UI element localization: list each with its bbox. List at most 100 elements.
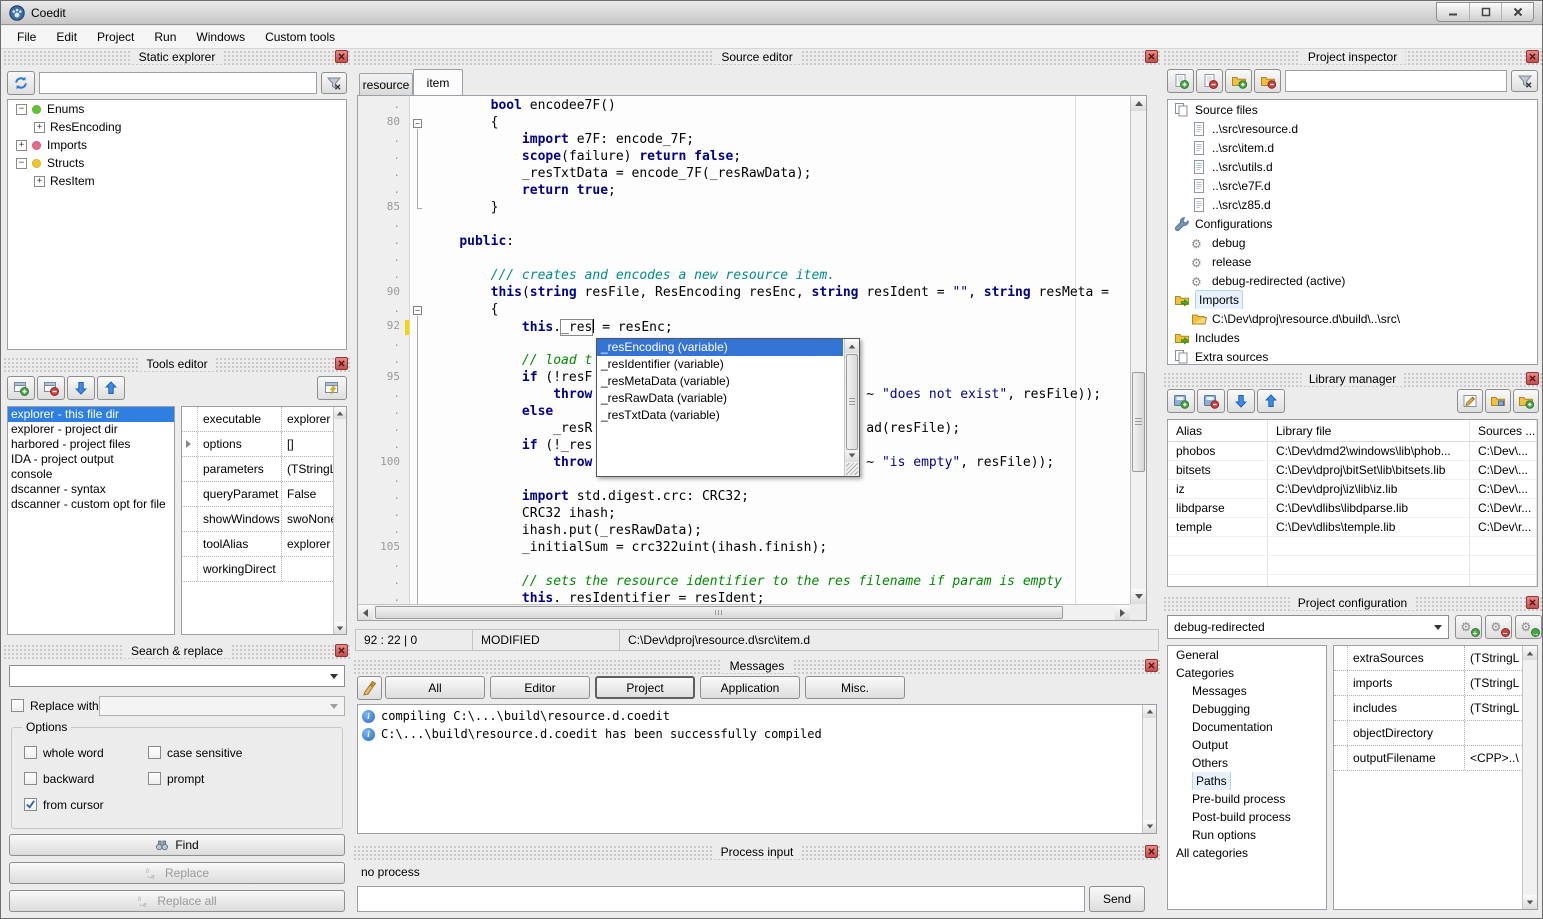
- code-line[interactable]: /// creates and encodes a new resource i…: [428, 268, 1130, 285]
- move-library-up-button[interactable]: [1257, 389, 1285, 413]
- column-header-alias[interactable]: Alias: [1168, 420, 1268, 441]
- category-tree-node[interactable]: Others: [1168, 754, 1326, 772]
- code-line[interactable]: CRC32 ihash;: [428, 506, 1130, 523]
- code-line[interactable]: import e7F: encode_7F;: [428, 132, 1130, 149]
- grid-scrollbar[interactable]: [1522, 646, 1537, 909]
- scroll-down-icon[interactable]: [1131, 589, 1146, 604]
- tab-item[interactable]: item: [413, 69, 463, 95]
- filter-misc[interactable]: Misc.: [805, 676, 905, 699]
- clone-configuration-button[interactable]: ⚙→: [1515, 615, 1542, 639]
- close-icon[interactable]: [1145, 845, 1158, 858]
- tool-list-item[interactable]: dscanner - custom opt for file: [8, 497, 174, 512]
- category-tree-node[interactable]: Messages: [1168, 682, 1326, 700]
- library-from-project-button[interactable]: [1485, 389, 1511, 413]
- menu-item-windows[interactable]: Windows: [186, 27, 255, 47]
- symbol-tree-node[interactable]: +ResEncoding: [8, 118, 346, 136]
- move-tool-up-button[interactable]: [97, 376, 125, 400]
- completion-item[interactable]: _resMetaData (variable): [597, 373, 843, 390]
- scroll-left-icon[interactable]: [358, 605, 373, 620]
- property-row[interactable]: queryParametFalse: [182, 482, 333, 507]
- code-line[interactable]: bool encodee7F(): [428, 98, 1130, 115]
- scroll-right-icon[interactable]: [1115, 605, 1130, 620]
- property-value[interactable]: swoNone: [282, 512, 333, 526]
- filter-editor[interactable]: Editor: [490, 676, 590, 699]
- plus-expander-icon[interactable]: +: [34, 122, 45, 133]
- property-row[interactable]: toolAliasexplorer: [182, 532, 333, 557]
- project-tree-node[interactable]: ..\src\item.d: [1168, 138, 1537, 157]
- column-header-sources-[interactable]: Sources ...: [1470, 420, 1537, 441]
- filter-clear-button[interactable]: [1511, 70, 1538, 92]
- category-tree-node[interactable]: Categories: [1168, 664, 1326, 682]
- minimize-button[interactable]: [1437, 3, 1469, 21]
- find-button[interactable]: Find: [9, 834, 345, 856]
- project-tree-node[interactable]: Configurations: [1168, 214, 1537, 233]
- property-row[interactable]: imports(TStringL: [1334, 671, 1522, 696]
- code-line[interactable]: _resTxtData = encode_7F(_resRawData);: [428, 166, 1130, 183]
- add-configuration-button[interactable]: ⚙+: [1455, 615, 1482, 639]
- category-tree-node[interactable]: All categories: [1168, 844, 1326, 862]
- project-tree-node[interactable]: ..\src\utils.d: [1168, 157, 1537, 176]
- prompt-checkbox[interactable]: [148, 772, 161, 785]
- category-tree-node[interactable]: General: [1168, 646, 1326, 664]
- project-tree-node[interactable]: ⚙release: [1168, 252, 1537, 271]
- hscroll-thumb[interactable]: [375, 606, 1063, 619]
- fold-collapse-icon[interactable]: −: [413, 119, 422, 128]
- clear-messages-button[interactable]: [357, 676, 382, 700]
- fold-collapse-icon[interactable]: −: [413, 306, 422, 315]
- code-line[interactable]: }: [428, 200, 1130, 217]
- code-line[interactable]: {: [428, 115, 1130, 132]
- remove-tool-button[interactable]: [37, 376, 65, 400]
- scroll-up-icon[interactable]: [1523, 646, 1537, 660]
- property-value[interactable]: explorer: [282, 412, 333, 426]
- filter-clear-button[interactable]: [321, 72, 347, 94]
- project-tree-node[interactable]: ..\src\resource.d: [1168, 119, 1537, 138]
- close-icon[interactable]: [335, 50, 348, 63]
- tool-list-item[interactable]: dscanner - syntax: [8, 482, 174, 497]
- symbol-search-input[interactable]: [39, 72, 317, 94]
- filter-project[interactable]: Project: [595, 676, 695, 699]
- refresh-button[interactable]: [7, 71, 35, 95]
- property-row[interactable]: parameters(TStringL: [182, 457, 333, 482]
- category-tree-node[interactable]: Pre-build process: [1168, 790, 1326, 808]
- replace-with-checkbox[interactable]: [11, 699, 24, 712]
- expand-arrow-icon[interactable]: [186, 440, 191, 448]
- code-line[interactable]: {: [428, 302, 1130, 319]
- code-line[interactable]: [428, 251, 1130, 268]
- close-window-button[interactable]: [1501, 3, 1533, 21]
- code-line[interactable]: scope(failure) return false;: [428, 149, 1130, 166]
- project-tree-node[interactable]: Includes: [1168, 328, 1537, 347]
- library-row[interactable]: bitsetsC:\Dev\dproj\bitSet\lib\bitsets.l…: [1168, 461, 1537, 480]
- remove-file-button[interactable]: [1196, 69, 1223, 93]
- menu-item-edit[interactable]: Edit: [46, 27, 87, 47]
- case-sensitive-checkbox[interactable]: [148, 746, 161, 759]
- edit-library-button[interactable]: [1457, 389, 1483, 413]
- scroll-up-icon[interactable]: [1143, 705, 1156, 718]
- close-icon[interactable]: [1145, 50, 1158, 63]
- message-row[interactable]: icompiling C:\...\build\resource.d.coedi…: [358, 707, 1141, 725]
- scroll-up-icon[interactable]: [845, 339, 859, 353]
- category-tree-node[interactable]: Paths: [1168, 772, 1326, 790]
- backward-checkbox[interactable]: [24, 772, 37, 785]
- project-tree-node[interactable]: Extra sources: [1168, 347, 1537, 365]
- process-input-field[interactable]: [357, 886, 1085, 912]
- minus-expander-icon[interactable]: −: [16, 158, 27, 169]
- project-tree-node[interactable]: ⚙debug-redirected (active): [1168, 271, 1537, 290]
- property-row[interactable]: outputFilename<CPP>..\: [1334, 746, 1522, 771]
- completion-item[interactable]: _resTxtData (variable): [597, 407, 843, 424]
- add-library-button[interactable]: [1167, 389, 1195, 413]
- execute-tool-button[interactable]: [317, 376, 347, 400]
- add-file-button[interactable]: [1167, 69, 1194, 93]
- editor-hscrollbar[interactable]: [358, 604, 1130, 620]
- completion-item[interactable]: _resIdentifier (variable): [597, 356, 843, 373]
- category-tree-node[interactable]: Debugging: [1168, 700, 1326, 718]
- category-tree-node[interactable]: Documentation: [1168, 718, 1326, 736]
- project-filter-input[interactable]: [1285, 70, 1507, 92]
- property-value[interactable]: (TStringL: [1465, 676, 1522, 690]
- search-term-combobox[interactable]: [9, 665, 345, 687]
- category-tree-node[interactable]: Post-build process: [1168, 808, 1326, 826]
- remove-folder-button[interactable]: [1254, 69, 1281, 93]
- property-value[interactable]: (TStringL: [1465, 651, 1522, 665]
- library-row[interactable]: templeC:\Dev\dlibs\temple.libC:\Dev\r...: [1168, 518, 1537, 537]
- scroll-up-icon[interactable]: [334, 407, 346, 419]
- code-line[interactable]: import std.digest.crc: CRC32;: [428, 489, 1130, 506]
